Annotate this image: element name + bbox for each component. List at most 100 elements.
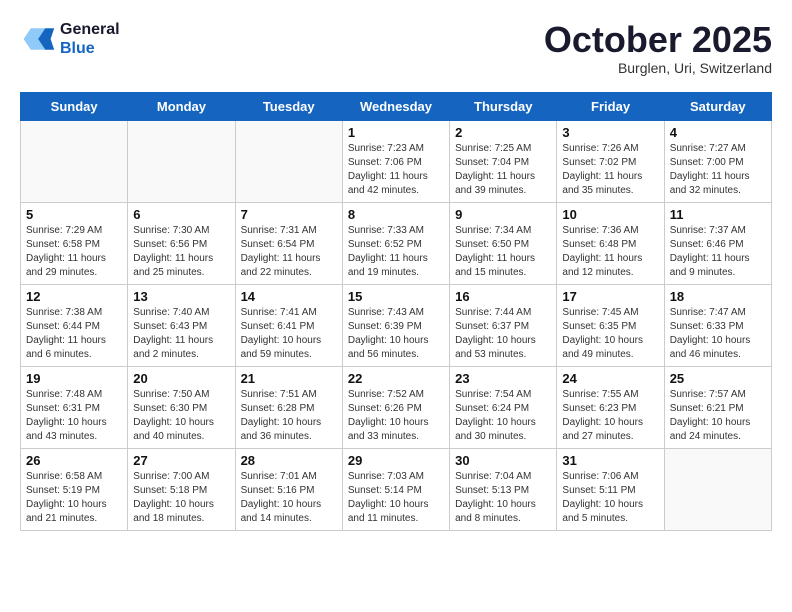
calendar-cell: 8 Sunrise: 7:33 AM Sunset: 6:52 PM Daylig… xyxy=(342,202,449,284)
day-info: Sunrise: 7:37 AM Sunset: 6:46 PM Dayligh… xyxy=(670,224,766,280)
day-info: Sunrise: 7:52 AM Sunset: 6:26 PM Dayligh… xyxy=(348,388,444,444)
calendar-table: SundayMondayTuesdayWednesdayThursdayFrid… xyxy=(20,92,772,531)
weekday-header-saturday: Saturday xyxy=(664,92,771,120)
day-number: 27 xyxy=(133,453,229,468)
month-title: October 2025 xyxy=(544,20,772,60)
day-number: 18 xyxy=(670,289,766,304)
calendar-cell: 15Sunrise: 7:43 AM Sunset: 6:39 PM Dayli… xyxy=(342,284,449,366)
day-number: 14 xyxy=(241,289,337,304)
week-row-4: 19 Sunrise: 7:48 AM Sunset: 6:31 PM Dayli… xyxy=(21,366,772,448)
day-number: 6 xyxy=(133,207,229,222)
calendar-cell: 11 Sunrise: 7:37 AM Sunset: 6:46 PM Dayli… xyxy=(664,202,771,284)
week-row-5: 26 Sunrise: 6:58 AM Sunset: 5:19 PM Dayli… xyxy=(21,448,772,530)
day-info: Sunrise: 7:34 AM Sunset: 6:50 PM Dayligh… xyxy=(455,224,551,280)
calendar-cell: 20Sunrise: 7:50 AM Sunset: 6:30 PM Dayli… xyxy=(128,366,235,448)
day-info: Sunrise: 7:47 AM Sunset: 6:33 PM Dayligh… xyxy=(670,306,766,362)
day-number: 26 xyxy=(26,453,122,468)
day-info: Sunrise: 7:31 AM Sunset: 6:54 PM Dayligh… xyxy=(241,224,337,280)
day-number: 9 xyxy=(455,207,551,222)
day-info: Sunrise: 7:44 AM Sunset: 6:37 PM Dayligh… xyxy=(455,306,551,362)
day-info: Sunrise: 7:29 AM Sunset: 6:58 PM Dayligh… xyxy=(26,224,122,280)
day-info: Sunrise: 7:30 AM Sunset: 6:56 PM Dayligh… xyxy=(133,224,229,280)
weekday-header-tuesday: Tuesday xyxy=(235,92,342,120)
day-number: 10 xyxy=(562,207,658,222)
calendar-cell xyxy=(235,120,342,202)
calendar-cell: 27 Sunrise: 7:00 AM Sunset: 5:18 PM Dayli… xyxy=(128,448,235,530)
calendar-cell: 22 Sunrise: 7:52 AM Sunset: 6:26 PM Dayli… xyxy=(342,366,449,448)
calendar-cell: 24 Sunrise: 7:55 AM Sunset: 6:23 PM Dayli… xyxy=(557,366,664,448)
weekday-header-friday: Friday xyxy=(557,92,664,120)
calendar-cell: 28 Sunrise: 7:01 AM Sunset: 5:16 PM Dayli… xyxy=(235,448,342,530)
day-info: Sunrise: 7:40 AM Sunset: 6:43 PM Dayligh… xyxy=(133,306,229,362)
weekday-header-sunday: Sunday xyxy=(21,92,128,120)
day-number: 4 xyxy=(670,125,766,140)
calendar-cell: 2 Sunrise: 7:25 AM Sunset: 7:04 PM Daylig… xyxy=(450,120,557,202)
calendar-cell: 9 Sunrise: 7:34 AM Sunset: 6:50 PM Daylig… xyxy=(450,202,557,284)
day-number: 11 xyxy=(670,207,766,222)
calendar-cell: 18 Sunrise: 7:47 AM Sunset: 6:33 PM Dayli… xyxy=(664,284,771,366)
day-info: Sunrise: 7:25 AM Sunset: 7:04 PM Dayligh… xyxy=(455,142,551,198)
title-block: October 2025 Burglen, Uri, Switzerland xyxy=(544,20,772,76)
day-number: 13 xyxy=(133,289,229,304)
day-number: 19 xyxy=(26,371,122,386)
day-info: Sunrise: 7:23 AM Sunset: 7:06 PM Dayligh… xyxy=(348,142,444,198)
page-header: General Blue October 2025 Burglen, Uri, … xyxy=(20,20,772,76)
logo: General Blue xyxy=(20,20,120,58)
calendar-cell: 19 Sunrise: 7:48 AM Sunset: 6:31 PM Dayli… xyxy=(21,366,128,448)
calendar-cell: 31 Sunrise: 7:06 AM Sunset: 5:11 PM Dayli… xyxy=(557,448,664,530)
day-info: Sunrise: 7:04 AM Sunset: 5:13 PM Dayligh… xyxy=(455,470,551,526)
day-number: 8 xyxy=(348,207,444,222)
day-info: Sunrise: 7:33 AM Sunset: 6:52 PM Dayligh… xyxy=(348,224,444,280)
calendar-cell: 3Sunrise: 7:26 AM Sunset: 7:02 PM Daylig… xyxy=(557,120,664,202)
day-number: 12 xyxy=(26,289,122,304)
calendar-cell: 5 Sunrise: 7:29 AM Sunset: 6:58 PM Daylig… xyxy=(21,202,128,284)
calendar-cell: 13 Sunrise: 7:40 AM Sunset: 6:43 PM Dayli… xyxy=(128,284,235,366)
day-number: 23 xyxy=(455,371,551,386)
day-info: Sunrise: 7:51 AM Sunset: 6:28 PM Dayligh… xyxy=(241,388,337,444)
weekday-header-row: SundayMondayTuesdayWednesdayThursdayFrid… xyxy=(21,92,772,120)
day-number: 31 xyxy=(562,453,658,468)
weekday-header-monday: Monday xyxy=(128,92,235,120)
week-row-3: 12 Sunrise: 7:38 AM Sunset: 6:44 PM Dayli… xyxy=(21,284,772,366)
day-info: Sunrise: 7:45 AM Sunset: 6:35 PM Dayligh… xyxy=(562,306,658,362)
week-row-2: 5 Sunrise: 7:29 AM Sunset: 6:58 PM Daylig… xyxy=(21,202,772,284)
day-info: Sunrise: 7:36 AM Sunset: 6:48 PM Dayligh… xyxy=(562,224,658,280)
calendar-cell: 23Sunrise: 7:54 AM Sunset: 6:24 PM Dayli… xyxy=(450,366,557,448)
logo-icon xyxy=(20,21,56,57)
logo-text: General Blue xyxy=(60,20,120,58)
day-info: Sunrise: 7:55 AM Sunset: 6:23 PM Dayligh… xyxy=(562,388,658,444)
calendar-cell xyxy=(128,120,235,202)
day-info: Sunrise: 6:58 AM Sunset: 5:19 PM Dayligh… xyxy=(26,470,122,526)
calendar-cell: 29 Sunrise: 7:03 AM Sunset: 5:14 PM Dayli… xyxy=(342,448,449,530)
day-number: 17 xyxy=(562,289,658,304)
calendar-cell xyxy=(664,448,771,530)
day-info: Sunrise: 7:01 AM Sunset: 5:16 PM Dayligh… xyxy=(241,470,337,526)
day-number: 30 xyxy=(455,453,551,468)
day-info: Sunrise: 7:41 AM Sunset: 6:41 PM Dayligh… xyxy=(241,306,337,362)
day-info: Sunrise: 7:27 AM Sunset: 7:00 PM Dayligh… xyxy=(670,142,766,198)
day-number: 7 xyxy=(241,207,337,222)
calendar-cell: 25Sunrise: 7:57 AM Sunset: 6:21 PM Dayli… xyxy=(664,366,771,448)
day-info: Sunrise: 7:06 AM Sunset: 5:11 PM Dayligh… xyxy=(562,470,658,526)
weekday-header-wednesday: Wednesday xyxy=(342,92,449,120)
day-info: Sunrise: 7:38 AM Sunset: 6:44 PM Dayligh… xyxy=(26,306,122,362)
day-number: 29 xyxy=(348,453,444,468)
day-info: Sunrise: 7:03 AM Sunset: 5:14 PM Dayligh… xyxy=(348,470,444,526)
day-number: 3 xyxy=(562,125,658,140)
day-number: 21 xyxy=(241,371,337,386)
day-info: Sunrise: 7:50 AM Sunset: 6:30 PM Dayligh… xyxy=(133,388,229,444)
day-number: 5 xyxy=(26,207,122,222)
day-number: 28 xyxy=(241,453,337,468)
day-number: 1 xyxy=(348,125,444,140)
day-info: Sunrise: 7:48 AM Sunset: 6:31 PM Dayligh… xyxy=(26,388,122,444)
day-info: Sunrise: 7:57 AM Sunset: 6:21 PM Dayligh… xyxy=(670,388,766,444)
calendar-cell: 7 Sunrise: 7:31 AM Sunset: 6:54 PM Daylig… xyxy=(235,202,342,284)
calendar-cell: 26 Sunrise: 6:58 AM Sunset: 5:19 PM Dayli… xyxy=(21,448,128,530)
calendar-cell: 30 Sunrise: 7:04 AM Sunset: 5:13 PM Dayli… xyxy=(450,448,557,530)
day-number: 2 xyxy=(455,125,551,140)
calendar-cell: 4 Sunrise: 7:27 AM Sunset: 7:00 PM Daylig… xyxy=(664,120,771,202)
day-number: 22 xyxy=(348,371,444,386)
calendar-cell: 10 Sunrise: 7:36 AM Sunset: 6:48 PM Dayli… xyxy=(557,202,664,284)
day-number: 24 xyxy=(562,371,658,386)
day-info: Sunrise: 7:00 AM Sunset: 5:18 PM Dayligh… xyxy=(133,470,229,526)
